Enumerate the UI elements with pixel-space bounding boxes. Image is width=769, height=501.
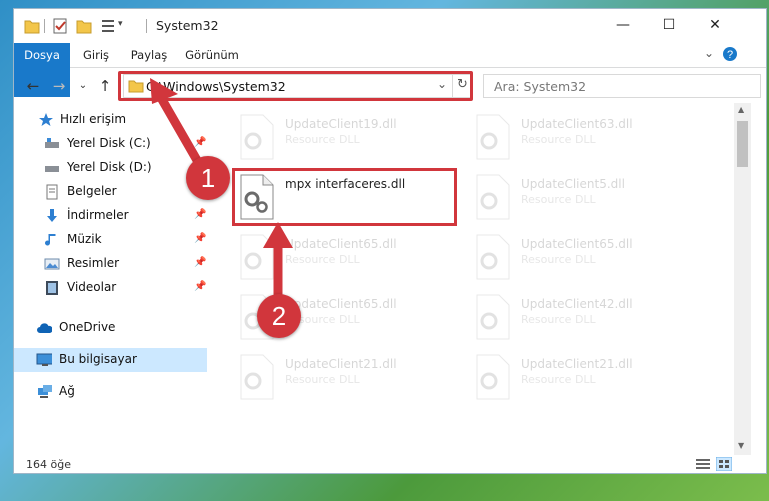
annotation-layer (150, 78, 293, 299)
step-1-badge: 1 (186, 156, 230, 200)
arrow-1 (150, 78, 203, 167)
step-2-badge: 2 (257, 294, 301, 338)
arrow-2 (263, 222, 293, 299)
